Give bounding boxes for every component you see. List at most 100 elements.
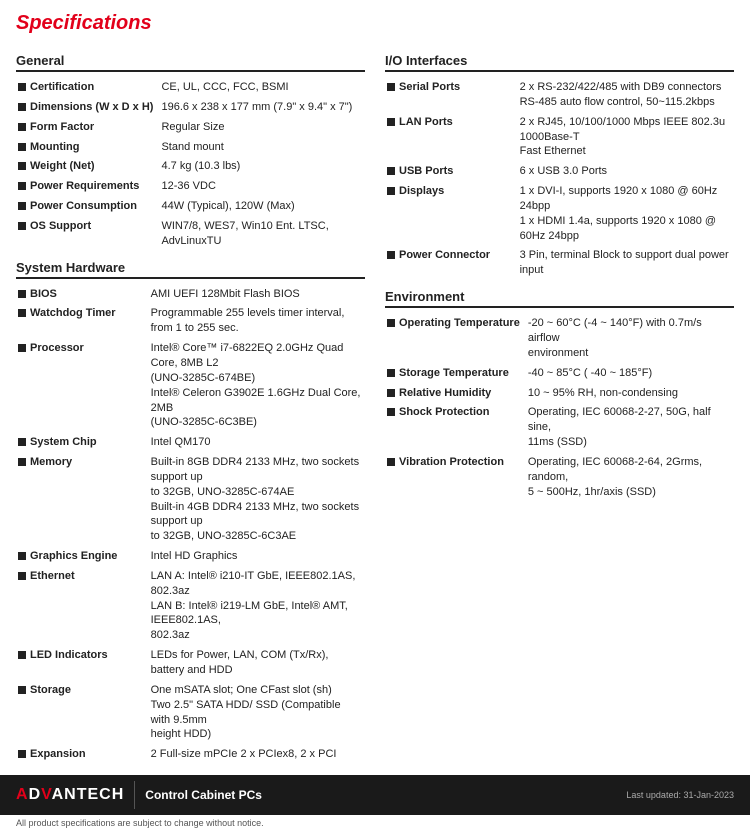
- spec-value: 6 x USB 3.0 Ports: [518, 162, 734, 182]
- table-row: BIOS AMI UEFI 128Mbit Flash BIOS: [16, 285, 365, 305]
- spec-label: Serial Ports: [385, 78, 518, 113]
- spec-label: Processor: [16, 339, 149, 433]
- spec-label: Certification: [16, 78, 159, 98]
- table-row: System Chip Intel QM170: [16, 433, 365, 453]
- spec-value: One mSATA slot; One CFast slot (sh)Two 2…: [149, 681, 365, 745]
- footer-notice-text: All product specifications are subject t…: [16, 818, 264, 828]
- table-row: CertificationCE, UL, CCC, FCC, BSMI: [16, 78, 365, 98]
- spec-label: Expansion: [16, 745, 149, 765]
- bullet-icon: [18, 202, 26, 210]
- spec-label-text: System Chip: [30, 435, 97, 450]
- table-row: Graphics Engine Intel HD Graphics: [16, 547, 365, 567]
- bullet-icon: [387, 319, 395, 327]
- bullet-icon: [18, 162, 26, 170]
- spec-label-text: Expansion: [30, 747, 86, 762]
- spec-label: USB Ports: [385, 162, 518, 182]
- bullet-icon: [18, 290, 26, 298]
- footer-right: Last updated: 31-Jan-2023: [626, 790, 734, 800]
- table-row: LED IndicatorsLEDs for Power, LAN, COM (…: [16, 646, 365, 681]
- spec-value: -40 ~ 85°C ( -40 ~ 185°F): [526, 364, 734, 384]
- left-column: General CertificationCE, UL, CCC, FCC, B…: [16, 45, 365, 765]
- section-env-heading: Environment: [385, 289, 734, 308]
- spec-label-text: Processor: [30, 341, 84, 356]
- bullet-icon: [18, 222, 26, 230]
- page-wrapper: Specifications General CertificationCE, …: [0, 0, 750, 765]
- spec-label: Storage: [16, 681, 149, 745]
- content-columns: General CertificationCE, UL, CCC, FCC, B…: [16, 45, 734, 765]
- table-row: Operating Temperature-20 ~ 60°C (-4 ~ 14…: [385, 314, 734, 364]
- spec-label: System Chip: [16, 433, 149, 453]
- table-row: Power Requirements 12-36 VDC: [16, 177, 365, 197]
- table-row: MemoryBuilt-in 8GB DDR4 2133 MHz, two so…: [16, 453, 365, 547]
- spec-label-text: OS Support: [30, 219, 91, 234]
- bullet-icon: [18, 651, 26, 659]
- spec-label: Ethernet: [16, 567, 149, 646]
- spec-label-text: Operating Temperature: [399, 316, 520, 331]
- spec-label-text: Relative Humidity: [399, 386, 491, 401]
- spec-label-text: Watchdog Timer: [30, 306, 116, 321]
- table-row: Weight (Net)4.7 kg (10.3 lbs): [16, 157, 365, 177]
- table-row: ProcessorIntel® Core™ i7-6822EQ 2.0GHz Q…: [16, 339, 365, 433]
- footer-updated: Last updated: 31-Jan-2023: [626, 790, 734, 800]
- spec-label: Watchdog Timer: [16, 304, 149, 339]
- bullet-icon: [18, 438, 26, 446]
- spec-label-text: Vibration Protection: [399, 455, 504, 470]
- bullet-icon: [18, 182, 26, 190]
- spec-label-text: Shock Protection: [399, 405, 489, 420]
- table-row: Watchdog TimerProgrammable 255 levels ti…: [16, 304, 365, 339]
- spec-label: Displays: [385, 182, 518, 246]
- table-row: Vibration ProtectionOperating, IEC 60068…: [385, 453, 734, 503]
- spec-label-text: BIOS: [30, 287, 57, 302]
- bullet-icon: [387, 389, 395, 397]
- spec-value: AMI UEFI 128Mbit Flash BIOS: [149, 285, 365, 305]
- table-row: Form FactorRegular Size: [16, 118, 365, 138]
- env-table: Operating Temperature-20 ~ 60°C (-4 ~ 14…: [385, 314, 734, 502]
- table-row: Displays1 x DVI-I, supports 1920 x 1080 …: [385, 182, 734, 246]
- general-table: CertificationCE, UL, CCC, FCC, BSMIDimen…: [16, 78, 365, 252]
- right-column: I/O Interfaces Serial Ports2 x RS-232/42…: [385, 45, 734, 765]
- spec-value: Stand mount: [159, 138, 365, 158]
- section-io-heading: I/O Interfaces: [385, 53, 734, 72]
- spec-label: Form Factor: [16, 118, 159, 138]
- spec-value: Intel QM170: [149, 433, 365, 453]
- spec-label-text: Ethernet: [30, 569, 75, 584]
- spec-label-text: Certification: [30, 80, 94, 95]
- io-table: Serial Ports2 x RS-232/422/485 with DB9 …: [385, 78, 734, 281]
- table-row: Power Connector3 Pin, terminal Block to …: [385, 246, 734, 281]
- bullet-icon: [18, 750, 26, 758]
- table-row: Relative Humidity10 ~ 95% RH, non-conden…: [385, 384, 734, 404]
- bullet-icon: [18, 103, 26, 111]
- spec-label-text: Power Requirements: [30, 179, 139, 194]
- spec-value: Intel HD Graphics: [149, 547, 365, 567]
- footer-divider: [134, 781, 135, 809]
- bullet-icon: [18, 143, 26, 151]
- spec-value: 12-36 VDC: [159, 177, 365, 197]
- spec-label: Memory: [16, 453, 149, 547]
- bullet-icon: [18, 572, 26, 580]
- bullet-icon: [18, 83, 26, 91]
- bullet-icon: [387, 167, 395, 175]
- bullet-icon: [18, 686, 26, 694]
- spec-label: Power Consumption: [16, 197, 159, 217]
- spec-label: LAN Ports: [385, 113, 518, 163]
- page-title: Specifications: [16, 12, 734, 35]
- table-row: Mounting Stand mount: [16, 138, 365, 158]
- bullet-icon: [387, 369, 395, 377]
- bullet-icon: [387, 83, 395, 91]
- brand-name: ADVANTECH: [16, 786, 124, 804]
- spec-label-text: Graphics Engine: [30, 549, 117, 564]
- spec-label: Shock Protection: [385, 403, 526, 453]
- spec-label-text: Memory: [30, 455, 72, 470]
- table-row: Storage Temperature-40 ~ 85°C ( -40 ~ 18…: [385, 364, 734, 384]
- spec-value: 3 Pin, terminal Block to support dual po…: [518, 246, 734, 281]
- spec-value: 1 x DVI-I, supports 1920 x 1080 @ 60Hz 2…: [518, 182, 734, 246]
- table-row: EthernetLAN A: Intel® i210-IT GbE, IEEE8…: [16, 567, 365, 646]
- spec-label-text: Mounting: [30, 140, 79, 155]
- table-row: Power Consumption44W (Typical), 120W (Ma…: [16, 197, 365, 217]
- system-table: BIOSAMI UEFI 128Mbit Flash BIOSWatchdog …: [16, 285, 365, 765]
- spec-value: Regular Size: [159, 118, 365, 138]
- footer-product-line: Control Cabinet PCs: [145, 788, 262, 802]
- bullet-icon: [387, 458, 395, 466]
- spec-label-text: LAN Ports: [399, 115, 453, 130]
- spec-label: Mounting: [16, 138, 159, 158]
